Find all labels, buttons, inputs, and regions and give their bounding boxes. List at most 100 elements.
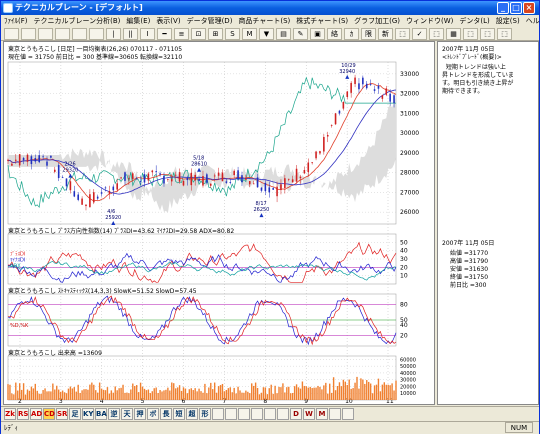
volume-bar <box>112 392 114 400</box>
bottom-tool-11[interactable]: ボ <box>147 408 159 420</box>
volume-bar <box>245 390 247 400</box>
toolbar-button-19[interactable]: 絡 <box>327 28 342 40</box>
toolbar-button-8[interactable]: Ⅰ <box>140 28 155 40</box>
toolbar-button-18[interactable]: ▣ <box>310 28 325 40</box>
menu-analysis[interactable]: テクニカルブレーン分析(B) <box>31 15 124 27</box>
bottom-tool-5[interactable]: 足 <box>69 408 81 420</box>
candle-body <box>354 77 356 85</box>
toolbar-button-25[interactable]: ⬚ <box>429 28 444 40</box>
menu-help[interactable]: ヘルプ(H) <box>523 15 540 27</box>
bottom-tool-2[interactable]: AD <box>30 408 42 420</box>
menu-data[interactable]: データ管理(D) <box>184 15 236 27</box>
candle-body <box>104 187 107 189</box>
toolbar-button-28[interactable]: ⬚ <box>480 28 495 40</box>
menu-file[interactable]: ﾌｧｲﾙ(F) <box>1 15 31 27</box>
toolbar-button-15[interactable]: ▼ <box>259 28 274 40</box>
volume-bar <box>373 385 376 400</box>
toolbar-button-29[interactable]: ⬚ <box>497 28 512 40</box>
toolbar-button-12[interactable]: ⊞ <box>208 28 223 40</box>
toolbar-button-3[interactable] <box>55 28 70 40</box>
toolbar-button-17[interactable]: ✎ <box>293 28 308 40</box>
toolbar-button-2[interactable] <box>38 28 53 40</box>
bottom-tool-19[interactable] <box>251 408 263 420</box>
bottom-tool-16[interactable] <box>212 408 224 420</box>
volume-bar <box>128 393 130 400</box>
bottom-tool-24[interactable]: M <box>316 408 328 420</box>
toolbar-button-27[interactable]: ⬚ <box>463 28 478 40</box>
bottom-tool-8[interactable]: 逆 <box>108 408 120 420</box>
bottom-tool-13[interactable]: 短 <box>173 408 185 420</box>
volume-bar <box>276 393 278 400</box>
menu-edit[interactable]: 編集(E) <box>123 15 153 27</box>
minimize-button[interactable]: _ <box>497 2 509 14</box>
candle-body <box>284 178 286 189</box>
menu-settings[interactable]: 設定(S) <box>493 15 523 27</box>
candle-body <box>194 174 196 181</box>
bottom-tool-12[interactable]: 長 <box>160 408 172 420</box>
toolbar-button-20[interactable]: ｶ <box>344 28 359 40</box>
toolbar-button-7[interactable]: || <box>123 28 138 40</box>
toolbar-button-11[interactable]: ⊡ <box>191 28 206 40</box>
bottom-tool-26[interactable] <box>342 408 354 420</box>
toolbar-button-0[interactable] <box>4 28 19 40</box>
bottom-tool-0[interactable]: Zk <box>4 408 16 420</box>
volume-bar <box>46 391 48 400</box>
bottom-tool-22[interactable]: D <box>290 408 302 420</box>
menu-denta[interactable]: デンタ(L) <box>456 15 492 27</box>
adx-line <box>7 260 397 281</box>
toolbar-button-6[interactable]: | <box>106 28 121 40</box>
bottom-tool-6[interactable]: KY <box>82 408 94 420</box>
volume-bar <box>227 388 230 400</box>
candle-body <box>81 198 83 205</box>
toolbar-button-5[interactable] <box>89 28 104 40</box>
p1-ytick-3: 30000 <box>400 130 419 137</box>
candle-body <box>389 93 391 102</box>
candle-body <box>135 178 138 180</box>
toolbar-button-23[interactable]: ⬚ <box>395 28 410 40</box>
candle-body <box>11 163 13 166</box>
maximize-button[interactable]: □ <box>510 2 522 14</box>
volume-bar <box>330 392 333 400</box>
bottom-tool-15[interactable]: 形 <box>199 408 211 420</box>
toolbar-button-16[interactable]: ▤ <box>276 28 291 40</box>
volume-bar <box>338 382 341 400</box>
toolbar-button-4[interactable] <box>72 28 87 40</box>
bottom-tool-1[interactable]: RS <box>17 408 29 420</box>
bottom-tool-14[interactable]: 超 <box>186 408 198 420</box>
toolbar-button-9[interactable]: ━ <box>157 28 172 40</box>
bottom-tool-17[interactable] <box>225 408 237 420</box>
menu-view[interactable]: 表示(V) <box>153 15 183 27</box>
close-button[interactable]: × <box>523 2 535 14</box>
toolbar-button-1[interactable] <box>21 28 36 40</box>
volume-bar <box>36 390 38 400</box>
bottom-tool-21[interactable] <box>277 408 289 420</box>
volume-bar <box>268 388 270 400</box>
bottom-tool-23[interactable]: W <box>303 408 315 420</box>
candle-body <box>42 156 44 158</box>
volume-bar <box>233 387 235 400</box>
menu-graph[interactable]: グラフ加工(G) <box>351 15 403 27</box>
bottom-tool-4[interactable]: SR <box>56 408 68 420</box>
toolbar-button-10[interactable]: ≡ <box>174 28 189 40</box>
menu-stock-chart[interactable]: 株式チャート(S) <box>293 15 351 27</box>
bottom-tool-7[interactable]: BA <box>95 408 107 420</box>
menu-commodity-chart[interactable]: 商品チャート(S) <box>235 15 293 27</box>
toolbar-button-26[interactable]: ▦ <box>446 28 461 40</box>
volume-bar <box>309 386 311 400</box>
candle-body <box>264 182 267 192</box>
bottom-tool-20[interactable] <box>264 408 276 420</box>
volume-bar <box>325 382 327 400</box>
volume-bar <box>24 394 27 400</box>
bottom-tool-25[interactable] <box>329 408 341 420</box>
toolbar-button-22[interactable]: 新 <box>378 28 393 40</box>
bottom-tool-10[interactable]: 押 <box>134 408 146 420</box>
menu-window[interactable]: ウィンドウ(W) <box>403 15 456 27</box>
bottom-tool-3[interactable]: CD <box>43 408 55 420</box>
toolbar-button-13[interactable]: S <box>225 28 240 40</box>
bottom-tool-18[interactable] <box>238 408 250 420</box>
bottom-tool-9[interactable]: 天 <box>121 408 133 420</box>
toolbar-button-14[interactable]: M <box>242 28 257 40</box>
toolbar-button-24[interactable]: ✓ <box>412 28 427 40</box>
toolbar-button-21[interactable]: 限 <box>361 28 376 40</box>
volume-bar <box>291 392 294 400</box>
